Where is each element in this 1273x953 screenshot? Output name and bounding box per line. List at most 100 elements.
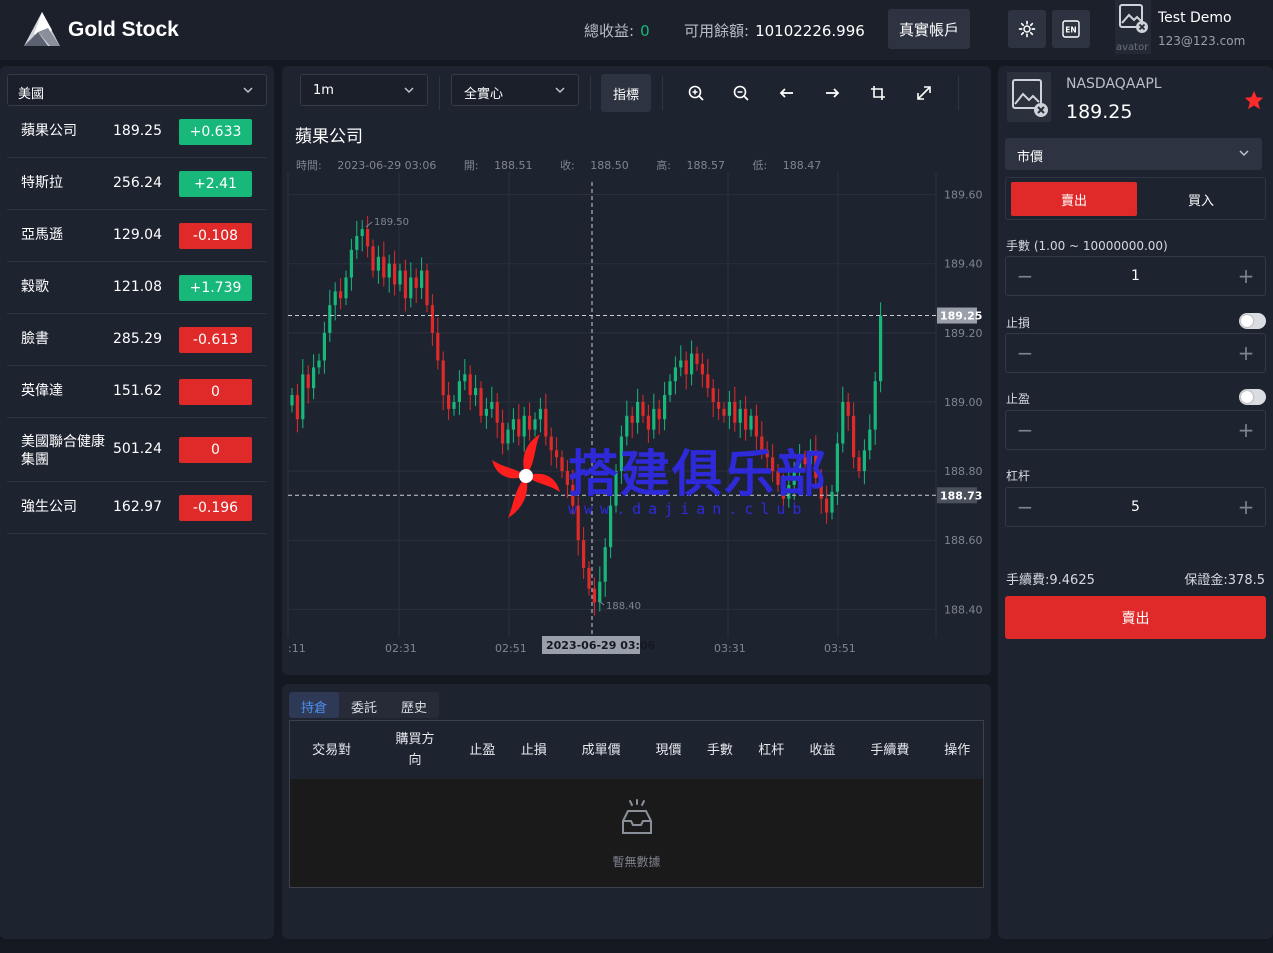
orders-column-header: 手數 [706, 742, 733, 758]
x-tick-label: 03:31 [714, 642, 746, 655]
candle-body [295, 395, 299, 420]
candle-body [414, 277, 418, 288]
lots-increase-button[interactable]: + [1235, 265, 1257, 287]
ohlc-open: 開: 188.51 [463, 159, 533, 172]
arrow-right-icon [826, 88, 840, 98]
candle-body [333, 291, 337, 306]
buy-tab[interactable]: 買入 [1140, 182, 1262, 216]
take-profit-decrease-button[interactable]: − [1014, 419, 1036, 441]
watchlist-row[interactable]: 亞馬遜 129.04 -0.108 [7, 210, 267, 262]
orders-tabs: 持倉 委託 歷史 [289, 692, 440, 718]
zoom-out-button[interactable] [728, 80, 754, 106]
stop-loss-decrease-button[interactable]: − [1014, 342, 1036, 364]
max-price-annotation: 189.50 [374, 217, 409, 228]
candle-body [679, 360, 683, 368]
watchlist-row[interactable]: 臉書 285.29 -0.613 [7, 314, 267, 366]
stock-change-badge: -0.613 [179, 327, 252, 353]
trade-side-switch: 賣出 買入 [1005, 177, 1266, 220]
stop-loss-toggle[interactable] [1239, 313, 1266, 329]
y-tick-label: 188.40 [944, 603, 983, 616]
crosshair-price-label: 188.73 [940, 489, 982, 502]
candle-body [733, 401, 737, 423]
lots-input[interactable]: 1 [1046, 268, 1225, 284]
scroll-right-button[interactable] [819, 80, 845, 106]
leverage-stepper: − 5 + [1005, 487, 1266, 527]
brand-logo[interactable]: Gold Stock [22, 10, 179, 50]
take-profit-toggle[interactable] [1239, 389, 1266, 405]
stop-loss-label: 止損 [1006, 316, 1031, 330]
crosshair-mode-select[interactable]: 全實心 [451, 74, 579, 106]
submit-sell-button[interactable]: 賣出 [1005, 596, 1266, 639]
arrow-left-icon [779, 88, 793, 98]
candle-body [533, 419, 537, 430]
leverage-input[interactable]: 5 [1046, 499, 1225, 515]
zoom-in-button[interactable] [683, 80, 709, 106]
star-icon[interactable] [1243, 89, 1265, 111]
watchlist-row[interactable]: 美國聯合健康集團 501.24 0 [7, 418, 267, 482]
candlestick-chart[interactable]: 189.60 189.40 189.20 189.00 188.80 188.60 188.… [282, 172, 991, 672]
lots-stepper: − 1 + [1005, 256, 1266, 296]
real-account-button[interactable]: 真實帳戶 [888, 9, 970, 49]
order-type-select[interactable]: 市價 [1005, 138, 1262, 170]
stock-name: 臉書 [21, 331, 49, 347]
leverage-increase-button[interactable]: + [1235, 496, 1257, 518]
toolbar-divider [590, 76, 591, 110]
stop-loss-increase-button[interactable]: + [1235, 342, 1257, 364]
candle-body [641, 401, 645, 416]
y-tick-label: 189.60 [944, 189, 983, 202]
candle-body [306, 374, 310, 389]
candle-body [393, 263, 397, 285]
stock-name: 強生公司 [21, 499, 77, 515]
candle-body [663, 395, 667, 420]
orders-table: 交易對 購買方向 止盈 止損 成單價 現價 手數 杠杆 收益 手續費 操作 暫無數據 [289, 720, 984, 888]
take-profit-increase-button[interactable]: + [1235, 419, 1257, 441]
user-email: 123@123.com [1158, 34, 1246, 48]
empty-state-text: 暫無數據 [612, 855, 661, 869]
indicators-button[interactable]: 指標 [601, 74, 651, 112]
settings-button[interactable] [1008, 10, 1046, 48]
leverage-decrease-button[interactable]: − [1014, 496, 1036, 518]
watermark-text: 搭建俱乐部 [568, 445, 828, 503]
toolbar-divider [958, 76, 959, 110]
stock-price: 256.24 [113, 175, 162, 191]
watchlist-row[interactable]: 強生公司 162.97 -0.196 [7, 482, 267, 534]
scroll-left-button[interactable] [774, 80, 800, 106]
y-tick-label: 188.80 [944, 465, 983, 478]
stock-name: 蘋果公司 [21, 123, 77, 139]
sell-tab[interactable]: 賣出 [1011, 182, 1137, 216]
candle-body [862, 450, 866, 472]
watchlist-row[interactable]: 穀歌 121.08 +1.739 [7, 262, 267, 314]
candle-body [457, 381, 461, 402]
orders-tab[interactable]: 委託 [339, 692, 389, 718]
language-button[interactable]: EN [1052, 10, 1090, 48]
market-select[interactable]: 美國 [7, 74, 267, 106]
watchlist-row[interactable]: 蘋果公司 189.25 +0.633 [7, 106, 267, 158]
ohlc-close: 收: 188.50 [560, 159, 629, 172]
crop-button[interactable] [865, 80, 891, 106]
stock-price: 189.25 [113, 123, 162, 139]
candle-body [636, 401, 640, 423]
stock-price: 162.97 [113, 499, 162, 515]
candle-body [371, 246, 375, 271]
candle-body [668, 381, 672, 396]
y-tick-label: 189.20 [944, 327, 983, 340]
orders-tab[interactable]: 歷史 [389, 692, 439, 718]
stock-change-badge: 0 [179, 379, 252, 405]
stock-change-badge: 0 [179, 437, 252, 463]
orders-tab[interactable]: 持倉 [289, 692, 340, 718]
symbol-image [1007, 72, 1051, 122]
candle-body [868, 429, 872, 451]
user-name[interactable]: Test Demo [1158, 10, 1232, 26]
watchlist-row[interactable]: 特斯拉 256.24 +2.41 [7, 158, 267, 210]
leverage-label: 杠杆 [1006, 469, 1031, 483]
lots-decrease-button[interactable]: − [1014, 265, 1036, 287]
candle-body [425, 270, 429, 306]
stock-name: 英偉達 [21, 383, 63, 399]
stock-name: 亞馬遜 [21, 227, 63, 243]
interval-select[interactable]: 1m [300, 74, 428, 106]
brand-name: Gold Stock [68, 18, 179, 41]
watchlist-row[interactable]: 英偉達 151.62 0 [7, 366, 267, 418]
stock-change-badge: +0.633 [179, 119, 252, 145]
fullscreen-button[interactable] [911, 80, 937, 106]
orders-column-header: 交易對 [312, 742, 352, 758]
